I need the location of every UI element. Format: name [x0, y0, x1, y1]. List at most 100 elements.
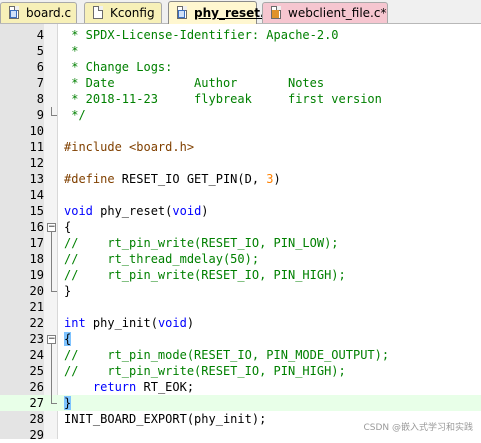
line-text: // rt_pin_write(RESET_IO, PIN_LOW);: [64, 236, 339, 250]
code-line: 13 #define RESET_IO GET_PIN(D, 3): [0, 171, 481, 187]
line-number: 11: [29, 140, 44, 154]
line-number: 18: [29, 252, 44, 266]
code-line: 19 // rt_pin_write(RESET_IO, PIN_HIGH);: [0, 267, 481, 283]
function-signature: phy_init(: [85, 316, 158, 330]
code-line: 24 // rt_pin_mode(RESET_IO, PIN_MODE_OUTP…: [0, 347, 481, 363]
line-number: 9: [36, 108, 44, 122]
code-line: 6 * Change Logs:: [0, 59, 481, 75]
line-text: {: [64, 331, 72, 347]
number-literal: 3: [266, 172, 274, 186]
matched-brace: }: [64, 396, 72, 410]
code-line: 22 int phy_init(void): [0, 315, 481, 331]
fold-toggle-icon[interactable]: −: [47, 335, 56, 344]
preprocessor-directive: #include: [64, 140, 130, 154]
code-line: 12: [0, 155, 481, 171]
line-text: // rt_pin_write(RESET_IO, PIN_HIGH);: [64, 268, 346, 282]
line-number: 6: [36, 60, 44, 74]
line-number: 5: [36, 44, 44, 58]
text-file-icon: [92, 6, 105, 20]
line-text: // rt_thread_mdelay(50);: [64, 252, 260, 266]
fold-end-marker: [51, 107, 57, 116]
code-line: 15 void phy_reset(void): [0, 203, 481, 219]
code-line: 25 // rt_pin_write(RESET_IO, PIN_HIGH);: [0, 363, 481, 379]
code-line: 8 * 2018-11-23 flybreak first version: [0, 91, 481, 107]
code-line: 4 * SPDX-License-Identifier: Apache-2.0: [0, 27, 481, 43]
fold-end-marker: [51, 395, 57, 404]
line-number: 24: [29, 348, 44, 362]
matched-brace: {: [64, 332, 72, 346]
fold-end-marker: [51, 283, 57, 292]
code-editor[interactable]: 4 * SPDX-License-Identifier: Apache-2.0 …: [0, 24, 481, 442]
line-text: *: [64, 44, 79, 58]
code-line: 14: [0, 187, 481, 203]
c-file-icon: [176, 6, 189, 20]
keyword: void: [172, 204, 202, 218]
code-line: 11 #include <board.h>: [0, 139, 481, 155]
tab-label: board.c: [26, 6, 72, 20]
watermark: CSDN @嵌入式学习和实践: [363, 423, 473, 433]
line-text: * Change Logs:: [64, 60, 173, 74]
c-file-icon: [8, 6, 21, 20]
preprocessor-directive: #define: [64, 172, 122, 186]
line-text: // rt_pin_write(RESET_IO, PIN_HIGH);: [64, 364, 346, 378]
keyword: int: [64, 316, 86, 330]
macro-body: RESET_IO GET_PIN(D,: [121, 172, 267, 186]
line-number: 28: [29, 412, 44, 426]
modified-file-icon: [270, 6, 283, 20]
line-number: 25: [29, 364, 44, 378]
line-number: 20: [29, 284, 44, 298]
code-line: 9 */: [0, 107, 481, 123]
line-number: 12: [29, 156, 44, 170]
line-text: * SPDX-License-Identifier: Apache-2.0: [64, 28, 339, 42]
tab-bar: board.c Kconfig phy_reset.c webclient_fi…: [0, 0, 481, 24]
line-number: 14: [29, 188, 44, 202]
return-value: RT_EOK;: [136, 380, 195, 394]
line-text: return RT_EOK;: [64, 379, 194, 395]
line-number: 17: [29, 236, 44, 250]
line-number: 21: [29, 300, 44, 314]
tab-kconfig[interactable]: Kconfig: [84, 2, 162, 23]
fold-toggle-icon[interactable]: −: [47, 223, 56, 232]
include-target: <board.h>: [129, 140, 195, 154]
code-line: 23 − {: [0, 331, 481, 347]
tab-phy-reset-c[interactable]: phy_reset.c: [168, 1, 272, 24]
line-text: */: [64, 108, 86, 122]
line-number: 19: [29, 268, 44, 282]
code-line: 18 // rt_thread_mdelay(50);: [0, 251, 481, 267]
line-number: 4: [36, 28, 44, 42]
keyword: void: [64, 204, 93, 218]
line-number: 7: [36, 76, 44, 90]
tab-board-c[interactable]: board.c: [0, 2, 77, 23]
function-signature: phy_reset(: [92, 204, 173, 218]
line-number: 15: [29, 204, 44, 218]
keyword: void: [157, 316, 187, 330]
line-number: 22: [29, 316, 44, 330]
code-line: 16 − {: [0, 219, 481, 235]
line-text: * 2018-11-23 flybreak first version: [64, 92, 382, 106]
line-number: 26: [29, 380, 44, 394]
line-text: }: [64, 395, 72, 411]
line-number: 23: [29, 332, 44, 346]
line-text: #define RESET_IO GET_PIN(D, 3): [64, 171, 281, 187]
paren: ): [186, 316, 195, 330]
line-number: 13: [29, 172, 44, 186]
code-line: 21: [0, 299, 481, 315]
code-line: 20}: [0, 283, 481, 299]
tab-label: Kconfig: [110, 6, 155, 20]
line-number: 27: [29, 396, 44, 410]
line-text: }: [64, 284, 72, 298]
line-text: * Date Author Notes: [64, 76, 325, 90]
line-number: 10: [29, 124, 44, 138]
tab-label: phy_reset.c: [194, 6, 272, 20]
paren: ): [201, 204, 209, 218]
line-number: 8: [36, 92, 44, 106]
macro-end: ): [273, 172, 281, 186]
line-number: 16: [29, 220, 44, 234]
line-text: INIT_BOARD_EXPORT(phy_init);: [64, 412, 267, 426]
tab-webclient-file-c[interactable]: webclient_file.c*: [262, 2, 388, 23]
code-line: 26 return RT_EOK;: [0, 379, 481, 395]
line-text: int phy_init(void): [64, 315, 194, 331]
line-number: 29: [29, 428, 44, 442]
code-line: 17 // rt_pin_write(RESET_IO, PIN_LOW);: [0, 235, 481, 251]
